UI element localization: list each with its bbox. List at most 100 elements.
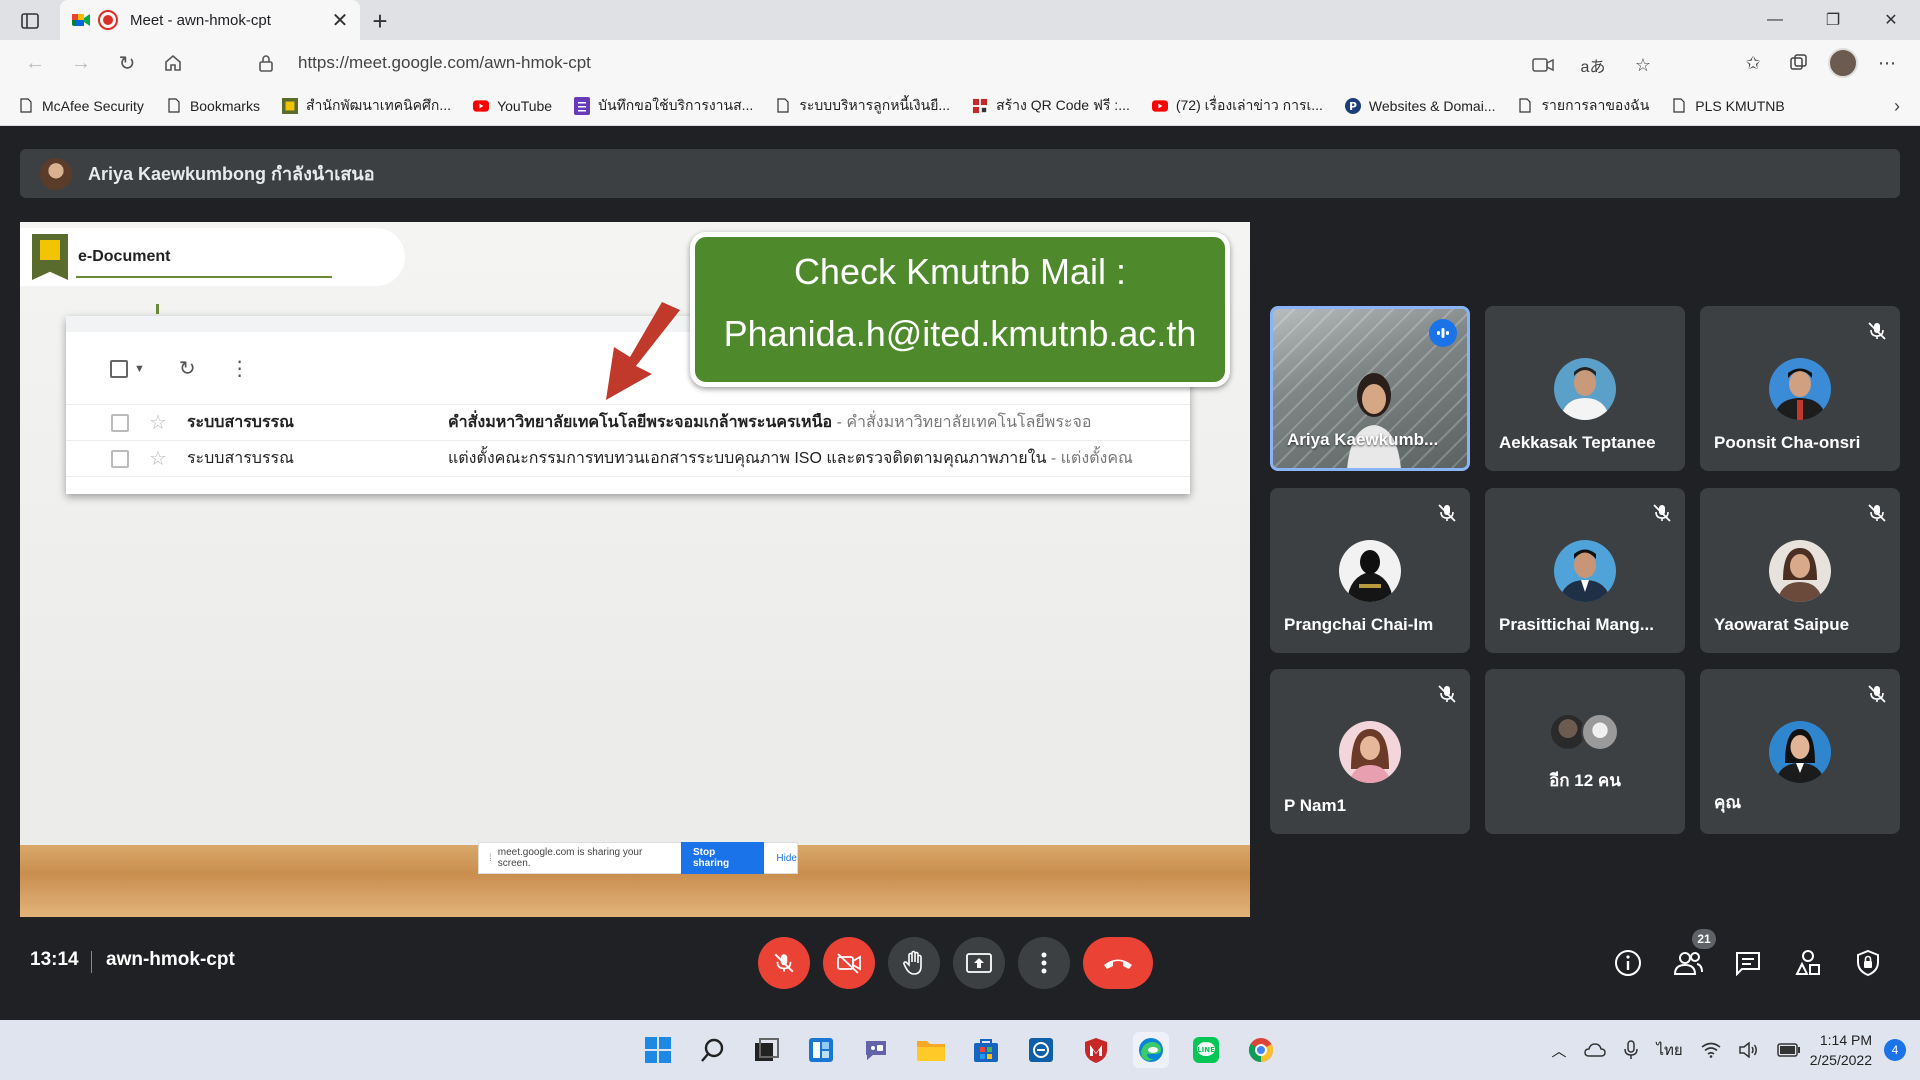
participant-tile[interactable]: Prasittichai Mang... bbox=[1485, 488, 1685, 653]
profile-avatar[interactable] bbox=[1828, 48, 1858, 78]
muted-mic-icon bbox=[1438, 685, 1456, 703]
bookmark-item[interactable]: สร้าง QR Code ฟรี :... bbox=[972, 95, 1130, 117]
chevron-up-icon[interactable]: ︿ bbox=[1551, 1040, 1566, 1061]
volume-icon[interactable] bbox=[1738, 1042, 1759, 1058]
bookmark-item[interactable]: (72) เรื่องเล่าข่าว การเ... bbox=[1151, 95, 1323, 117]
meet-stage: Ariya Kaewkumbong กำลังนำเสนอ e-Document… bbox=[0, 127, 1920, 1020]
callout-heading: Check Kmutnb Mail : bbox=[793, 251, 1127, 292]
home-icon[interactable] bbox=[150, 43, 196, 83]
add-favorite-icon[interactable]: ☆ bbox=[1626, 48, 1660, 82]
svg-text:P: P bbox=[1349, 100, 1357, 113]
collections-icon[interactable] bbox=[1782, 46, 1816, 80]
edge-browser-icon[interactable] bbox=[1133, 1032, 1169, 1068]
page-icon bbox=[775, 97, 791, 115]
bookmark-label: Websites & Domai... bbox=[1368, 97, 1496, 114]
browser-toolbar: ← → ↻ https://meet.google.com/awn-hmok-c… bbox=[0, 40, 1920, 86]
bookmark-item[interactable]: McAfee Security bbox=[18, 97, 144, 115]
search-icon[interactable] bbox=[695, 1032, 731, 1068]
meeting-details-icon[interactable] bbox=[1606, 941, 1650, 985]
mail-row-partial bbox=[66, 476, 1190, 494]
participant-tile[interactable]: Yaowarat Saipue bbox=[1700, 488, 1900, 653]
input-language[interactable]: ไทย bbox=[1656, 1038, 1682, 1062]
bookmark-label: (72) เรื่องเล่าข่าว การเ... bbox=[1175, 96, 1323, 113]
activities-icon[interactable] bbox=[1786, 941, 1830, 985]
restore-button[interactable]: ❐ bbox=[1804, 0, 1862, 40]
participant-tile[interactable]: P Nam1 bbox=[1270, 669, 1470, 834]
close-window-button[interactable]: ✕ bbox=[1862, 0, 1920, 40]
stop-sharing-button: Stop sharing bbox=[680, 842, 765, 874]
minimize-button[interactable]: — bbox=[1746, 0, 1804, 40]
more-participants-tile[interactable]: อีก 12 คน bbox=[1485, 669, 1685, 834]
participant-avatar bbox=[1554, 540, 1616, 602]
ited-logo-icon bbox=[32, 234, 68, 280]
notification-badge[interactable]: 4 bbox=[1884, 1039, 1906, 1061]
bookmark-item[interactable]: Bookmarks bbox=[166, 97, 260, 115]
svg-text:LINE: LINE bbox=[1197, 1046, 1215, 1054]
dell-app-icon[interactable] bbox=[1023, 1032, 1059, 1068]
bookmark-item[interactable]: P Websites & Domai... bbox=[1344, 97, 1496, 115]
file-explorer-icon[interactable] bbox=[913, 1032, 949, 1068]
chevron-right-icon[interactable]: › bbox=[1894, 96, 1900, 117]
bookmark-label: McAfee Security bbox=[42, 97, 144, 114]
participant-tile[interactable]: Prangchai Chai-Im bbox=[1270, 488, 1470, 653]
store-icon[interactable] bbox=[968, 1032, 1004, 1068]
camera-in-use-icon[interactable] bbox=[1526, 48, 1560, 82]
lock-icon[interactable] bbox=[256, 53, 276, 73]
chrome-icon[interactable] bbox=[1243, 1032, 1279, 1068]
clock[interactable]: 1:14 PM 2/25/2022 bbox=[1810, 1030, 1872, 1070]
tab-title: Meet - awn-hmok-cpt bbox=[130, 11, 271, 29]
read-aloud-icon[interactable]: aあ bbox=[1576, 48, 1610, 82]
url-text: https://meet.google.com/awn-hmok-cpt bbox=[298, 53, 591, 72]
bookmark-item[interactable]: YouTube bbox=[473, 97, 552, 115]
mcafee-icon[interactable] bbox=[1078, 1032, 1114, 1068]
clock-time: 1:14 PM bbox=[1819, 1032, 1872, 1048]
favorites-icon[interactable]: ✩ bbox=[1736, 46, 1770, 80]
muted-mic-icon bbox=[1438, 504, 1456, 522]
more-options-button[interactable] bbox=[1018, 937, 1070, 989]
host-controls-icon[interactable] bbox=[1846, 941, 1890, 985]
speaking-indicator-icon bbox=[1429, 319, 1457, 347]
refresh-icon[interactable]: ↻ bbox=[104, 43, 150, 83]
teams-chat-icon[interactable] bbox=[858, 1032, 894, 1068]
tab-actions-icon[interactable] bbox=[14, 8, 46, 34]
participant-tile-self[interactable]: คุณ bbox=[1700, 669, 1900, 834]
bookmark-item[interactable]: PLS KMUTNB bbox=[1671, 97, 1785, 115]
bookmark-label: PLS KMUTNB bbox=[1695, 97, 1785, 114]
browser-tab-meet[interactable]: Meet - awn-hmok-cpt ✕ bbox=[60, 0, 360, 40]
bookmark-item[interactable]: สำนักพัฒนาเทคนิคศึก... bbox=[281, 95, 451, 117]
participant-video bbox=[1347, 373, 1401, 468]
start-menu-icon[interactable] bbox=[640, 1032, 676, 1068]
bookmark-item[interactable]: รายการลาของฉัน bbox=[1517, 95, 1649, 117]
wifi-icon[interactable] bbox=[1701, 1042, 1721, 1058]
mic-toggle-button[interactable] bbox=[758, 937, 810, 989]
more-options-icon[interactable]: ⋯ bbox=[1870, 46, 1904, 80]
onedrive-icon[interactable] bbox=[1584, 1043, 1607, 1057]
bookmark-label: บันทึกขอใช้บริการงานส... bbox=[598, 96, 754, 113]
leave-call-button[interactable] bbox=[1083, 937, 1153, 989]
raise-hand-button[interactable] bbox=[888, 937, 940, 989]
address-bar[interactable]: https://meet.google.com/awn-hmok-cpt bbox=[240, 45, 1680, 81]
bookmark-item[interactable]: ระบบบริหารลูกหนี้เงินยื... bbox=[775, 95, 950, 117]
camera-toggle-button[interactable] bbox=[823, 937, 875, 989]
youtube-icon bbox=[1151, 97, 1168, 115]
microphone-icon[interactable] bbox=[1624, 1040, 1639, 1060]
back-icon[interactable]: ← bbox=[12, 43, 58, 83]
presenter-text: Ariya Kaewkumbong กำลังนำเสนอ bbox=[88, 164, 375, 184]
participant-tile[interactable]: Ariya Kaewkumb... bbox=[1270, 306, 1470, 471]
new-tab-button[interactable]: + bbox=[364, 6, 396, 36]
close-tab-icon[interactable]: ✕ bbox=[326, 6, 354, 34]
participant-tile[interactable]: Aekkasak Teptanee bbox=[1485, 306, 1685, 471]
participant-tile[interactable]: Poonsit Cha-onsri bbox=[1700, 306, 1900, 471]
taskbar: LINE ︿ ไทย 1:14 PM 2/25/2022 4 bbox=[0, 1020, 1920, 1080]
chat-icon[interactable] bbox=[1726, 941, 1770, 985]
mail-sender: ระบบสารบรรณ bbox=[186, 414, 294, 431]
task-view-icon[interactable] bbox=[748, 1032, 784, 1068]
page-icon bbox=[1517, 97, 1533, 115]
battery-icon[interactable] bbox=[1776, 1043, 1801, 1057]
forward-icon[interactable]: → bbox=[58, 43, 104, 83]
line-app-icon[interactable]: LINE bbox=[1188, 1032, 1224, 1068]
widgets-icon[interactable] bbox=[803, 1032, 839, 1068]
present-screen-button[interactable] bbox=[953, 937, 1005, 989]
bookmark-item[interactable]: บันทึกขอใช้บริการงานส... bbox=[574, 95, 753, 117]
participant-avatar bbox=[1339, 540, 1401, 602]
